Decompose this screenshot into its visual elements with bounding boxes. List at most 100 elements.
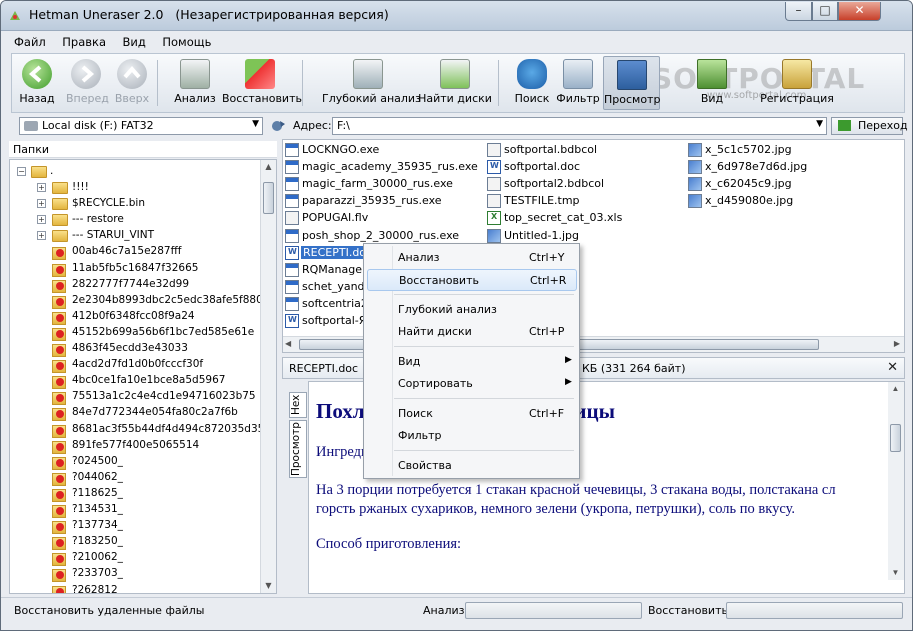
- toolbar-separator: [157, 60, 158, 106]
- exe-file-icon: [285, 160, 299, 175]
- filter-button[interactable]: Фильтр: [556, 56, 600, 110]
- chevron-down-icon[interactable]: ▼: [252, 119, 259, 129]
- scroll-thumb[interactable]: [890, 424, 901, 452]
- scroll-left-icon[interactable]: ◀: [285, 339, 291, 348]
- close-preview-icon[interactable]: ✕: [887, 360, 898, 375]
- expand-icon[interactable]: +: [37, 199, 46, 209]
- img-file-icon: [688, 177, 702, 192]
- img-file-icon: [688, 143, 702, 157]
- chevron-down-icon[interactable]: ▼: [816, 119, 823, 129]
- context-menu-item[interactable]: Поиск Ctrl+F: [367, 403, 577, 425]
- context-menu-item[interactable]: Глубокий анализ: [367, 299, 577, 321]
- tmp-file-icon: [487, 194, 501, 209]
- find-disks-button[interactable]: Найти диски: [418, 56, 492, 110]
- restore-button[interactable]: Восстановить: [222, 56, 302, 110]
- folder-icon: [52, 198, 68, 211]
- deleted-folder-icon: [52, 585, 66, 593]
- forward-button[interactable]: Вперед: [66, 56, 109, 110]
- scroll-thumb[interactable]: [263, 182, 274, 214]
- file-name: x_c62045c9.jpg: [705, 177, 792, 191]
- file-name: x_6d978e7d6d.jpg: [705, 160, 808, 174]
- context-menu-item[interactable]: Сортировать ▶: [367, 373, 577, 395]
- close-button[interactable]: ✕: [838, 2, 881, 21]
- menu-help[interactable]: Помощь: [159, 34, 214, 50]
- file-name: schet_yande: [302, 279, 372, 293]
- preview-paragraph: Способ приготовления:: [316, 536, 462, 552]
- menu-item-label: Поиск: [398, 407, 433, 420]
- menu-item-label: Фильтр: [398, 429, 442, 442]
- scroll-down-icon[interactable]: ▼: [888, 566, 903, 580]
- deleted-folder-icon: [52, 375, 66, 390]
- menu-view[interactable]: Вид: [120, 34, 149, 50]
- menu-file[interactable]: Файл: [11, 34, 49, 50]
- address-input[interactable]: F:\ ▼: [332, 117, 827, 135]
- scroll-right-icon[interactable]: ▶: [894, 339, 900, 348]
- expand-icon[interactable]: +: [37, 215, 46, 225]
- context-menu-item[interactable]: Вид ▶: [367, 351, 577, 373]
- back-button[interactable]: Назад: [18, 56, 56, 110]
- tree-item-label: --- restore: [72, 213, 124, 226]
- folder-icon: [52, 214, 68, 227]
- tree-item-label: $RECYCLE.bin: [72, 197, 145, 210]
- drive-selector[interactable]: Local disk (F:) FAT32 ▼: [19, 117, 263, 135]
- preview-icon: [616, 60, 647, 90]
- deleted-folder-icon: [52, 407, 66, 422]
- deep-analyze-drive-icon: [353, 59, 383, 89]
- folder-tree-scrollbar[interactable]: ▲ ▼: [260, 160, 276, 593]
- up-button[interactable]: Вверх: [114, 56, 150, 110]
- restore-progress-label: Восстановить: [648, 604, 728, 617]
- scroll-up-icon[interactable]: ▲: [888, 382, 903, 396]
- collapse-icon[interactable]: −: [17, 167, 26, 176]
- file-name: softportal.doc: [504, 160, 581, 174]
- menu-item-label: Свойства: [398, 459, 452, 472]
- maximize-button[interactable]: □: [812, 2, 838, 21]
- deleted-folder-icon: [52, 552, 66, 567]
- go-button[interactable]: Переход: [831, 117, 908, 135]
- preview-button[interactable]: Просмотр: [603, 56, 660, 110]
- view-button[interactable]: Вид: [690, 56, 734, 110]
- tree-item-label: 412b0f6348fcc08f9a24: [72, 309, 195, 322]
- tree-item-label: 00ab46c7a15e287fff: [72, 245, 182, 258]
- deep-analyze-button[interactable]: Глубокий анализ: [322, 56, 421, 110]
- flv-file-icon: [285, 211, 299, 226]
- search-button[interactable]: Поиск: [512, 56, 552, 110]
- context-menu-item[interactable]: Найти диски Ctrl+P: [367, 321, 577, 343]
- tree-item-label: 75513a1c2c4e4cd1e94716023b75: [72, 390, 256, 403]
- expand-icon[interactable]: +: [37, 231, 46, 241]
- scroll-up-icon[interactable]: ▲: [261, 160, 276, 174]
- file-name: Untitled-1.jpg: [504, 228, 579, 242]
- doc-file-icon: [285, 245, 299, 260]
- deleted-folder-icon: [52, 440, 66, 454]
- tab-hex[interactable]: Hex: [289, 392, 307, 418]
- file-name: paparazzi_35935_rus.exe: [302, 194, 442, 208]
- refresh-drives-icon[interactable]: [269, 117, 287, 135]
- toolbar: SOFTPORTAL www.softportal.com Назад Впер…: [11, 53, 905, 113]
- menu-item-shortcut: Ctrl+P: [529, 325, 565, 338]
- menu-item-shortcut: Ctrl+R: [530, 274, 567, 287]
- scroll-down-icon[interactable]: ▼: [261, 579, 276, 593]
- tab-preview[interactable]: Просмотр: [289, 420, 307, 478]
- menu-item-label: Восстановить: [399, 274, 479, 287]
- submenu-arrow-icon: ▶: [565, 355, 572, 365]
- exe-file-icon: [285, 262, 299, 277]
- preview-scrollbar[interactable]: ▲ ▼: [888, 382, 904, 580]
- img-file-icon: [688, 194, 702, 209]
- context-menu-item[interactable]: Свойства: [367, 455, 577, 477]
- analyze-button[interactable]: Анализ: [172, 56, 218, 110]
- context-menu-item[interactable]: Восстановить Ctrl+R: [367, 269, 577, 291]
- tree-item-label: ?210062_: [72, 551, 123, 564]
- status-text: Восстановить удаленные файлы: [14, 604, 205, 617]
- minimize-button[interactable]: –: [785, 2, 812, 21]
- expand-icon[interactable]: +: [37, 183, 46, 192]
- go-arrow-icon: [838, 120, 851, 131]
- menu-separator: [394, 294, 574, 295]
- tree-item-label: --- STARUI_VINT: [72, 229, 155, 242]
- context-menu-item[interactable]: Анализ Ctrl+Y: [367, 247, 577, 269]
- context-menu-item[interactable]: Фильтр: [367, 425, 577, 447]
- restore-icon: [245, 59, 275, 89]
- up-arrow-icon: [117, 59, 147, 89]
- folders-panel-header: Папки: [9, 141, 277, 158]
- deleted-folder-icon: [52, 311, 66, 325]
- menu-edit[interactable]: Правка: [59, 34, 109, 50]
- register-button[interactable]: Регистрация: [756, 56, 838, 110]
